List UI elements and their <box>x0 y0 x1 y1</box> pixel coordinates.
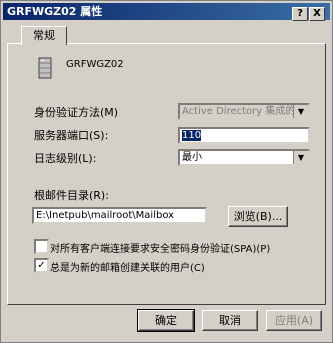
close-button[interactable]: X <box>309 7 325 21</box>
port-value: 110 <box>182 130 202 141</box>
mailroot-input[interactable]: E:\Inetpub\mailroot\Mailbox <box>32 207 207 224</box>
spa-label: 对所有客户端连接要求安全密码身份验证(SPA)(P) <box>50 244 271 255</box>
auth-label: 身份验证方法(M) <box>34 106 119 119</box>
log-label: 日志级别(L): <box>34 152 97 165</box>
apply-button[interactable]: 应用(A) <box>266 310 322 331</box>
port-input[interactable]: 110 <box>178 127 310 144</box>
title-bar[interactable]: GRFWGZ02 属性 ? X <box>3 3 330 21</box>
server-name: GRFWGZ02 <box>66 59 124 70</box>
mailroot-label: 根邮件目录(R): <box>34 189 109 202</box>
help-button[interactable]: ? <box>292 7 308 21</box>
log-dropdown[interactable]: 最小 ▼ <box>178 149 310 166</box>
auth-value: Active Directory 集成的 <box>182 106 296 117</box>
general-panel: GRFWGZ02 身份验证方法(M) Active Directory 集成的 … <box>7 43 326 305</box>
create-user-label: 总是为新的邮箱创建关联的用户(C) <box>50 263 205 274</box>
create-user-checkbox[interactable]: ✓ <box>34 258 49 273</box>
tab-general[interactable]: 常规 <box>21 26 67 45</box>
browse-button[interactable]: 浏览(B)... <box>228 206 288 227</box>
cancel-button[interactable]: 取消 <box>202 310 258 331</box>
port-label: 服务器端口(S): <box>34 129 109 142</box>
spa-checkbox[interactable] <box>34 239 49 254</box>
auth-dropdown[interactable]: Active Directory 集成的 ▼ <box>178 103 310 120</box>
properties-dialog: GRFWGZ02 属性 ? X 常规 GRFWGZ02 身份验证方法(M) Ac… <box>0 0 333 343</box>
chevron-down-icon: ▼ <box>293 151 308 164</box>
chevron-down-icon: ▼ <box>293 105 308 118</box>
window-title: GRFWGZ02 属性 <box>7 5 103 18</box>
mailroot-value: E:\Inetpub\mailroot\Mailbox <box>36 210 175 221</box>
server-icon <box>38 57 52 82</box>
ok-button[interactable]: 确定 <box>137 309 195 332</box>
log-value: 最小 <box>182 152 202 163</box>
